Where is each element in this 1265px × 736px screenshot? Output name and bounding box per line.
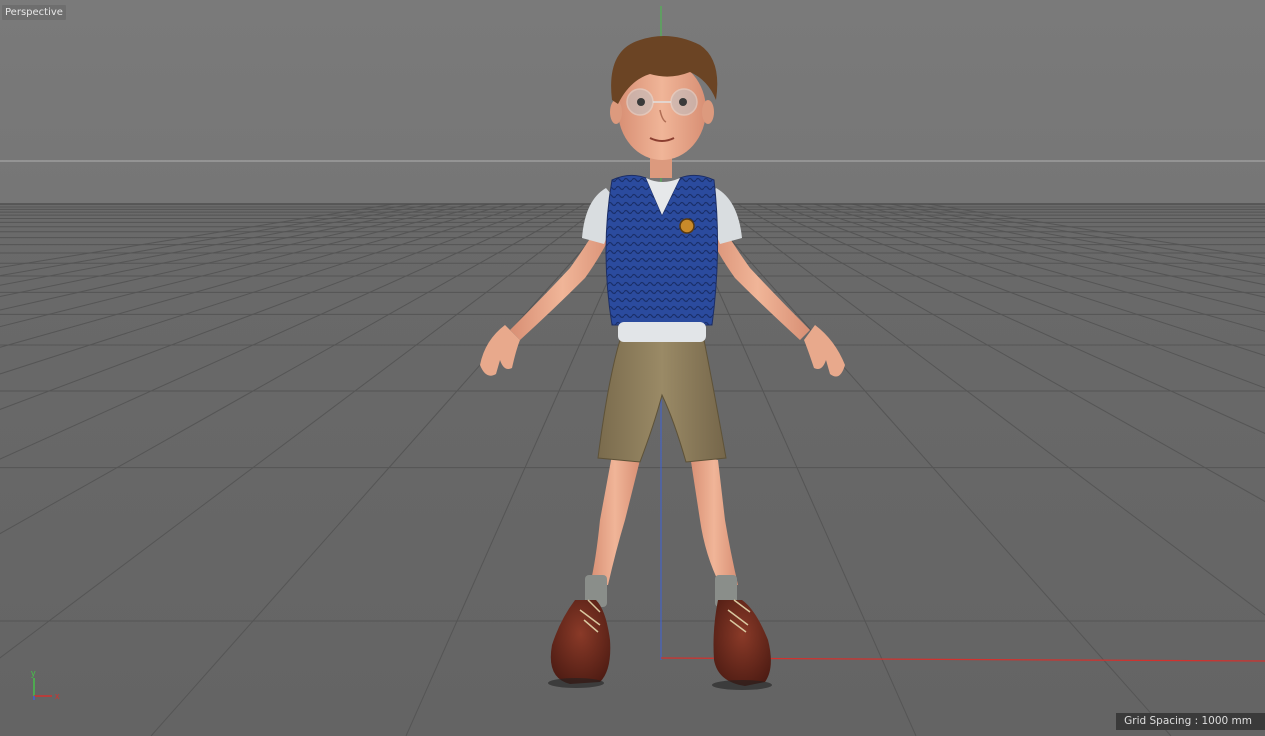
left-ear <box>610 100 622 124</box>
right-eye <box>679 98 687 106</box>
left-sole <box>548 678 604 688</box>
right-sole <box>712 680 772 690</box>
3d-viewport[interactable]: Perspective y x Grid Spacing : 1000 mm <box>0 0 1265 736</box>
axis-x-label: x <box>55 691 60 701</box>
right-ear <box>702 100 714 124</box>
left-eye <box>637 98 645 106</box>
axis-y-label: y <box>31 668 36 678</box>
grid-spacing-readout: Grid Spacing : 1000 mm <box>1116 713 1265 730</box>
vest-badge <box>679 218 695 234</box>
viewport-camera-label[interactable]: Perspective <box>2 5 66 20</box>
viewport-scene[interactable] <box>0 0 1265 736</box>
shirt-hem <box>618 322 706 342</box>
axis-orientation-icon: y x <box>31 668 60 701</box>
